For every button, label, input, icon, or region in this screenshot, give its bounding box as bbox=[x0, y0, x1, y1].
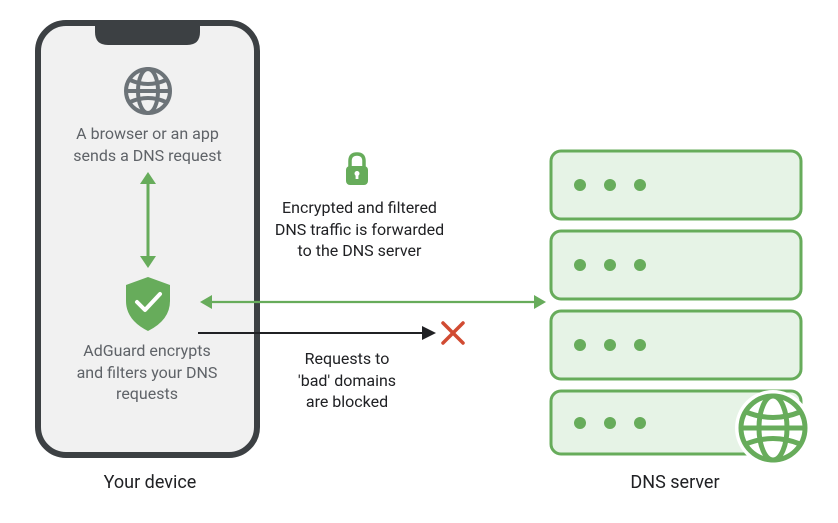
phone-caption: Your device bbox=[95, 472, 205, 493]
encrypted-text: Encrypted and filtered DNS traffic is fo… bbox=[272, 197, 447, 262]
adguard-text: AdGuard encrypts and filters your DNS re… bbox=[57, 340, 237, 405]
lock-icon bbox=[343, 152, 371, 187]
encrypted-arrow bbox=[198, 292, 548, 312]
browser-text: A browser or an app sends a DNS request bbox=[55, 123, 240, 166]
blocked-arrow bbox=[198, 325, 438, 341]
vertical-arrow bbox=[137, 170, 159, 270]
shield-check-icon bbox=[122, 275, 174, 333]
globe-icon bbox=[122, 65, 174, 117]
server-globe-icon bbox=[733, 388, 813, 468]
server-caption: DNS server bbox=[580, 472, 770, 493]
blocked-text: Requests to 'bad' domains are blocked bbox=[282, 348, 412, 413]
blocked-x-icon bbox=[440, 320, 466, 346]
